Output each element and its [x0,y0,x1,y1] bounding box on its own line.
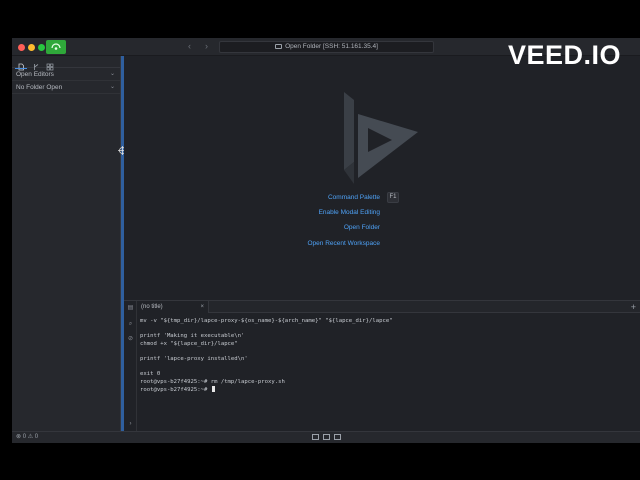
command-palette-link[interactable]: Command Palette [328,194,380,201]
terminal-line: printf 'Making it executable\n' [140,333,245,340]
shortcut-badge: F1 [387,192,399,203]
terminal-line: chmod +x "${lapce_dir}/lapce" [140,340,238,347]
search-icon[interactable]: ⌕ [127,321,134,328]
remote-icon [51,43,61,50]
command-palette-box[interactable]: Open Folder [SSH: 51.161.35.4] [219,41,434,53]
new-terminal-button[interactable]: + [631,301,636,313]
chevron-right-icon[interactable]: › [127,421,134,428]
open-folder-link[interactable]: Open Folder [344,224,380,231]
app-window: ‹ › Open Folder [SSH: 51.161.35.4] Open … [12,38,640,443]
open-editors-panel[interactable]: Open Editors ⌄ [12,68,120,81]
terminal-output[interactable]: mv -v "${tmp_dir}/lapce-proxy-${os_name}… [140,318,635,430]
toggle-bottom-panel-icon[interactable] [323,434,330,440]
source-control-tab[interactable] [32,58,40,70]
terminal-line: exit 0 [140,371,161,378]
forward-button[interactable]: › [205,41,208,51]
editor-area: Command Palette F1 Enable Modal Editing … [124,56,640,300]
terminal-cursor [211,386,215,393]
terminal-line: root@vps-b27f4925:~# rm /tmp/lapce-proxy… [140,378,285,385]
toggle-left-panel-icon[interactable] [312,434,319,440]
terminal-tab-bar: (no title) × + [137,301,640,313]
chevron-down-icon: ⌄ [109,71,115,77]
panel-sidebar: ▤ ⌕ ⊘ › [124,301,137,432]
plugins-tab[interactable] [46,58,54,71]
terminal-icon[interactable]: ▤ [127,305,134,312]
folder-icon [275,44,283,49]
terminal-line: mv -v "${tmp_dir}/lapce-proxy-${os_name}… [140,318,393,324]
back-button[interactable]: ‹ [188,41,191,51]
warning-count: 0 [34,434,39,440]
lapce-logo [344,92,418,184]
enable-modal-editing-link[interactable]: Enable Modal Editing [319,209,380,216]
remote-connection-button[interactable] [46,40,66,54]
sidebar-tabs [12,56,120,71]
no-folder-panel[interactable]: No Folder Open ⌄ [12,81,120,94]
toggle-right-panel-icon[interactable] [334,434,341,440]
diagnostics-status[interactable]: ⊗ 0 ⚠ 0 [16,432,38,443]
layout-toggles [312,434,345,443]
close-icon[interactable]: × [200,301,204,313]
palette-text: Open Folder [SSH: 51.161.35.4] [285,43,378,50]
terminal-line: root@vps-b27f4925:~# [140,386,635,394]
error-count: 0 [22,434,27,440]
terminal-tab[interactable]: (no title) × [137,301,209,313]
status-bar: ⊗ 0 ⚠ 0 [12,431,640,443]
minimize-window-button[interactable] [28,44,35,51]
terminal-tab-title: (no title) [141,304,163,310]
maximize-window-button[interactable] [38,44,45,51]
file-explorer-tab[interactable] [15,58,27,71]
chevron-down-icon: ⌄ [109,84,115,90]
close-window-button[interactable] [18,44,25,51]
no-folder-label: No Folder Open [16,84,63,91]
problems-icon[interactable]: ⊘ [127,336,134,343]
open-editors-label: Open Editors [16,71,54,78]
terminal-line: printf 'lapce-proxy installed\n' [140,355,248,362]
terminal-panel: ▤ ⌕ ⊘ › (no title) × + mv -v "${tmp_dir}… [124,300,640,432]
open-recent-workspace-link[interactable]: Open Recent Workspace [308,240,381,247]
watermark-logo: VEED.IO [508,40,622,70]
sidebar: Open Editors ⌄ No Folder Open ⌄ [12,56,121,431]
